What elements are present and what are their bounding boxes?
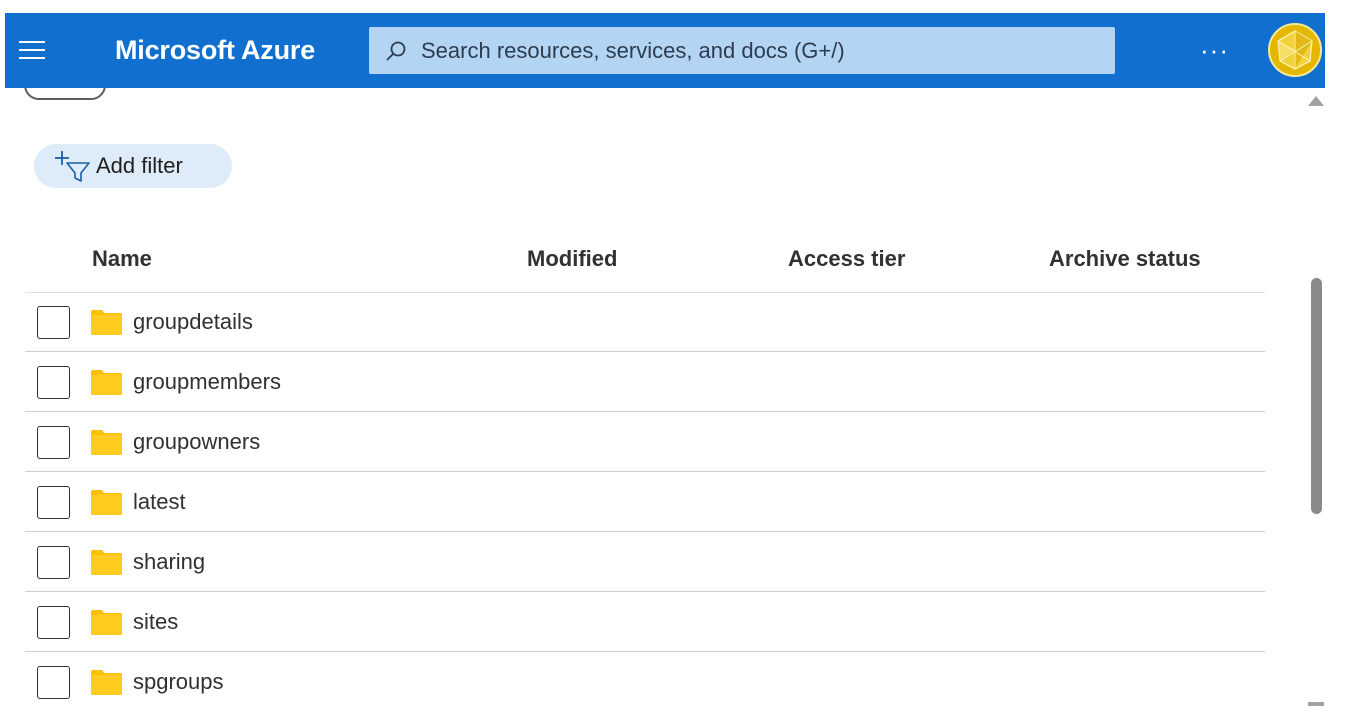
row-checkbox[interactable] (37, 426, 70, 459)
hamburger-menu-icon[interactable] (19, 39, 49, 61)
table-row[interactable]: sharing (25, 532, 1265, 592)
row-name[interactable]: sharing (133, 549, 205, 575)
column-header-modified[interactable]: Modified (527, 246, 617, 272)
scroll-up-arrow-icon[interactable] (1308, 96, 1324, 106)
folder-icon (91, 370, 122, 395)
folder-icon (91, 670, 122, 695)
row-checkbox[interactable] (37, 606, 70, 639)
global-search-box[interactable]: Search resources, services, and docs (G+… (369, 27, 1115, 74)
row-name[interactable]: groupmembers (133, 369, 281, 395)
avatar[interactable] (1268, 23, 1322, 77)
row-name[interactable]: groupdetails (133, 309, 253, 335)
search-icon (386, 41, 406, 60)
row-name[interactable]: groupowners (133, 429, 260, 455)
table-header: Name Modified Access tier Archive status (25, 232, 1265, 293)
table-row[interactable]: groupmembers (25, 352, 1265, 412)
folder-icon (91, 310, 122, 335)
folder-icon (91, 430, 122, 455)
table-row[interactable]: spgroups (25, 652, 1265, 711)
folder-icon (91, 550, 122, 575)
folder-icon (91, 490, 122, 515)
more-options-icon[interactable]: ··· (1200, 35, 1229, 66)
scroll-down-arrow-icon[interactable] (1308, 702, 1324, 706)
page-top-margin (0, 0, 1360, 13)
blob-list: groupdetails groupmembers groupowners la… (25, 292, 1265, 711)
row-name[interactable]: spgroups (133, 669, 224, 695)
row-checkbox[interactable] (37, 546, 70, 579)
row-name[interactable]: latest (133, 489, 186, 515)
vertical-scrollbar-thumb[interactable] (1311, 278, 1322, 514)
table-row[interactable]: groupowners (25, 412, 1265, 472)
column-header-name[interactable]: Name (92, 246, 152, 272)
row-checkbox[interactable] (37, 306, 70, 339)
column-header-archive-status[interactable]: Archive status (1049, 246, 1201, 272)
user-avatar-icon (1270, 25, 1320, 75)
row-checkbox[interactable] (37, 486, 70, 519)
portal-brand[interactable]: Microsoft Azure (115, 35, 315, 66)
add-filter-icon (55, 151, 90, 182)
table-row[interactable]: sites (25, 592, 1265, 652)
row-name[interactable]: sites (133, 609, 178, 635)
add-filter-button[interactable]: Add filter (34, 144, 232, 188)
row-checkbox[interactable] (37, 666, 70, 699)
column-header-access-tier[interactable]: Access tier (788, 246, 905, 272)
add-filter-label: Add filter (96, 153, 183, 178)
table-row[interactable]: latest (25, 472, 1265, 532)
top-navigation-bar: Microsoft Azure Search resources, servic… (5, 13, 1325, 88)
search-placeholder: Search resources, services, and docs (G+… (421, 37, 845, 63)
folder-icon (91, 610, 122, 635)
row-checkbox[interactable] (37, 366, 70, 399)
table-row[interactable]: groupdetails (25, 292, 1265, 352)
